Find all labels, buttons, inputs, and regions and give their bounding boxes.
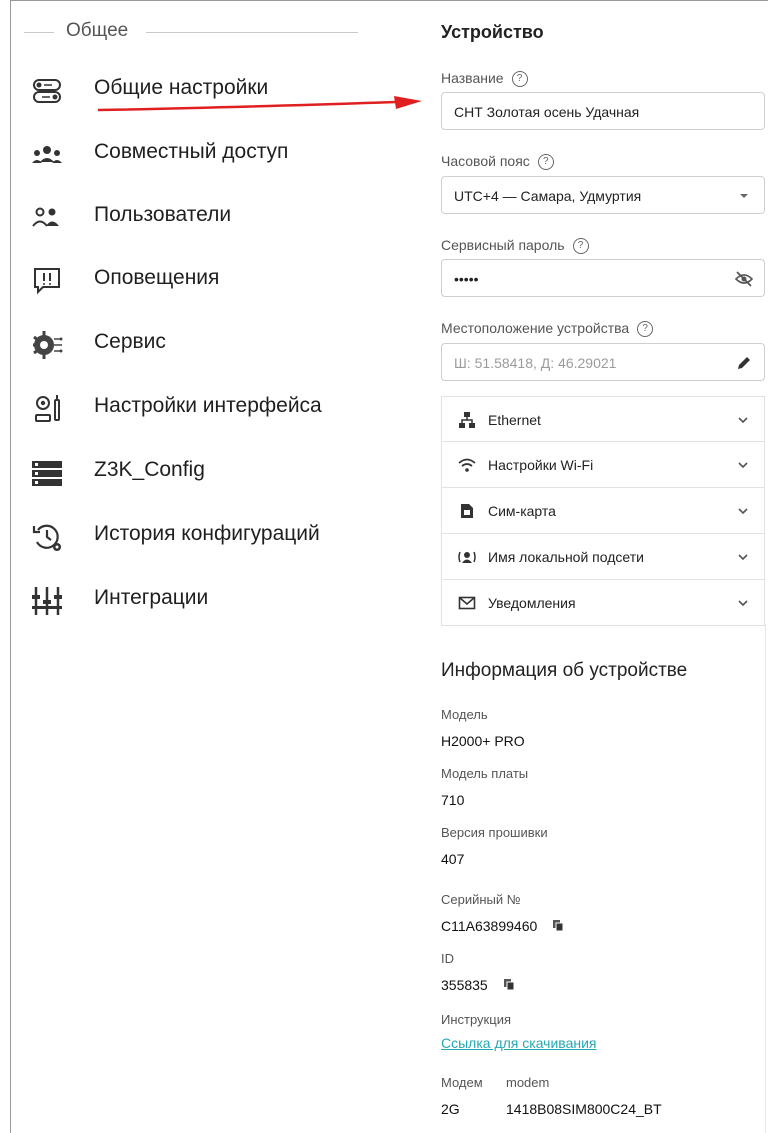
modem-column-label: modem bbox=[506, 1075, 550, 1090]
serial-row: C11A63899460 bbox=[441, 918, 564, 934]
password-field-label: Сервисный пароль? bbox=[441, 237, 589, 255]
model-label: Модель bbox=[441, 707, 488, 722]
copy-icon[interactable] bbox=[503, 979, 515, 991]
serial-label: Серийный № bbox=[441, 892, 521, 907]
shared-access-icon bbox=[32, 146, 62, 163]
server-config-icon bbox=[32, 461, 62, 486]
frame-border-left bbox=[10, 0, 11, 1133]
wifi-icon bbox=[458, 458, 476, 472]
nav-item-label: Z3K_Config bbox=[94, 458, 205, 481]
divider bbox=[24, 32, 54, 33]
panel-divider bbox=[765, 624, 766, 1133]
name-field-label: Название? bbox=[441, 70, 528, 88]
chevron-down-icon bbox=[738, 600, 748, 607]
nav-item-interface-settings[interactable]: Настройки интерфейса bbox=[30, 388, 370, 428]
accordion-label: Настройки Wi-Fi bbox=[488, 457, 594, 473]
annotation-arrow bbox=[97, 96, 422, 112]
mail-icon bbox=[458, 596, 476, 610]
copy-icon[interactable] bbox=[553, 920, 564, 932]
timezone-field-label: Часовой пояс? bbox=[441, 153, 554, 171]
local-subnet-icon bbox=[458, 551, 476, 563]
toggle-settings-icon bbox=[33, 79, 61, 103]
chevron-down-icon bbox=[738, 462, 748, 469]
board-value: 710 bbox=[441, 792, 465, 808]
location-field[interactable]: Ш: 51.58418, Д: 46.29021 bbox=[441, 343, 765, 381]
manual-label: Инструкция bbox=[441, 1012, 511, 1027]
accordion-notifications[interactable]: Уведомления bbox=[441, 580, 765, 626]
model-value: H2000+ PRO bbox=[441, 733, 525, 749]
device-name-field[interactable]: СНТ Золотая осень Удачная bbox=[441, 92, 765, 130]
chevron-down-icon bbox=[738, 508, 748, 515]
password-value: ••••• bbox=[454, 271, 479, 287]
device-heading: Устройство bbox=[441, 22, 544, 42]
nav-item-integrations[interactable]: Интеграции bbox=[30, 580, 370, 620]
nav-item-label: Интеграции bbox=[94, 586, 209, 609]
nav-item-label: Сервис bbox=[94, 330, 166, 353]
id-value: 355835 bbox=[441, 977, 488, 993]
nav-item-label: Совместный доступ bbox=[94, 140, 289, 163]
firmware-value: 407 bbox=[441, 851, 465, 867]
chevron-down-icon bbox=[738, 554, 748, 561]
nav-item-label: Оповещения bbox=[94, 266, 220, 289]
device-info-title: Информация об устройстве bbox=[441, 660, 688, 681]
nav-item-label: Пользователи bbox=[94, 203, 232, 226]
accordion-local-subnet[interactable]: Имя локальной подсети bbox=[441, 534, 765, 580]
help-icon[interactable]: ? bbox=[537, 154, 554, 171]
nav-item-service[interactable]: Сервис bbox=[30, 324, 370, 364]
nav-section-header: Общее bbox=[24, 18, 360, 46]
timezone-value: UTC+4 — Самара, Удмуртия bbox=[454, 188, 642, 204]
nav-item-users[interactable]: Пользователи bbox=[30, 197, 370, 237]
accordion-label: Сим-карта bbox=[488, 503, 556, 519]
nav-item-label: История конфигураций bbox=[94, 522, 320, 545]
accordion-label: Уведомления bbox=[488, 595, 576, 611]
chevron-down-icon bbox=[738, 417, 748, 424]
nav-item-label: Настройки интерфейса bbox=[94, 394, 322, 417]
accordion-label: Имя локальной подсети bbox=[488, 549, 644, 565]
device-name-value: СНТ Золотая осень Удачная bbox=[454, 104, 640, 120]
interface-settings-icon bbox=[35, 395, 60, 422]
frame-border-top bbox=[10, 0, 768, 1]
firmware-label: Версия прошивки bbox=[441, 825, 548, 840]
manual-download-link[interactable]: Ссылка для скачивания bbox=[441, 1035, 596, 1051]
integrations-icon bbox=[32, 587, 62, 615]
dropdown-arrow-icon bbox=[740, 194, 748, 198]
users-icon bbox=[32, 207, 59, 227]
timezone-select[interactable]: UTC+4 — Самара, Удмуртия bbox=[441, 176, 765, 214]
alert-message-icon bbox=[34, 268, 60, 295]
edit-pencil-icon[interactable] bbox=[734, 353, 754, 373]
nav-item-alerts[interactable]: Оповещения bbox=[30, 260, 370, 300]
accordion-wifi[interactable]: Настройки Wi-Fi bbox=[441, 442, 765, 488]
modem-value: 1418B08SIM800C24_BT bbox=[506, 1101, 662, 1117]
help-icon[interactable]: ? bbox=[637, 321, 654, 338]
divider bbox=[146, 32, 358, 33]
service-password-field[interactable]: ••••• bbox=[441, 259, 765, 297]
nav-item-shared-access[interactable]: Совместный доступ bbox=[30, 134, 370, 174]
nav-section-title: Общее bbox=[66, 20, 129, 41]
service-gear-icon bbox=[33, 331, 63, 359]
sim-card-icon bbox=[461, 504, 473, 518]
help-icon[interactable]: ? bbox=[511, 71, 528, 88]
id-label: ID bbox=[441, 951, 454, 966]
help-icon[interactable]: ? bbox=[572, 238, 589, 255]
modem-label: Модем bbox=[441, 1075, 483, 1090]
location-field-label: Местоположение устройства? bbox=[441, 320, 654, 338]
history-icon bbox=[32, 524, 61, 551]
board-label: Модель платы bbox=[441, 766, 529, 781]
nav-item-z3k-config[interactable]: Z3K_Config bbox=[30, 452, 370, 492]
modem-type: 2G bbox=[441, 1101, 460, 1117]
id-row: 355835 bbox=[441, 977, 515, 993]
network-icon bbox=[459, 412, 475, 428]
accordion-sim[interactable]: Сим-карта bbox=[441, 488, 765, 534]
eye-off-icon[interactable] bbox=[734, 269, 754, 289]
serial-value: C11A63899460 bbox=[441, 918, 538, 934]
accordion-label: Ethernet bbox=[488, 412, 541, 428]
location-placeholder: Ш: 51.58418, Д: 46.29021 bbox=[454, 355, 617, 371]
nav-item-config-history[interactable]: История конфигураций bbox=[30, 516, 370, 556]
accordion-ethernet[interactable]: Ethernet bbox=[441, 396, 765, 442]
